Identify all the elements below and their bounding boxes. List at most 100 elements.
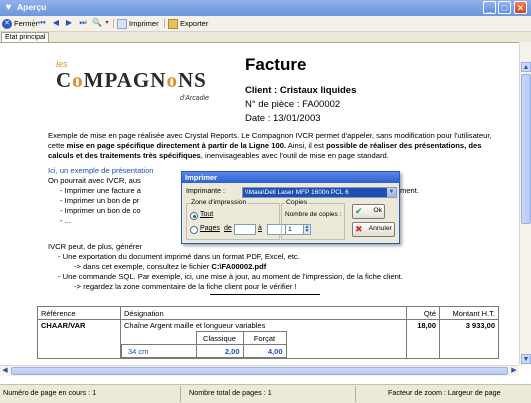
- header-designation: Désignation: [120, 306, 407, 320]
- ivcr-bullet-4: -> regardez la zone commentaire de la fi…: [74, 282, 297, 291]
- checkmark-icon: ✔: [355, 206, 363, 216]
- cancel-button[interactable]: ✖ Annuler: [352, 222, 395, 237]
- radio-all[interactable]: [190, 212, 198, 220]
- ok-button[interactable]: ✔ Ok: [352, 204, 385, 219]
- export-icon: [168, 19, 178, 30]
- scroll-down-icon[interactable]: ▼: [521, 354, 531, 364]
- logo-name: CoMPAGNoNS: [56, 68, 207, 92]
- page-from-input[interactable]: [234, 224, 256, 235]
- status-total-pages: Nombre total de pages : 1: [189, 388, 272, 397]
- cancel-x-icon: ✖: [355, 224, 363, 234]
- status-zoom: Facteur de zoom : Largeur de page: [388, 388, 501, 397]
- variant-subtable: Classique Forçat 34 cm 2,00 4,00: [121, 331, 287, 358]
- copies-group-label: Copies: [285, 199, 309, 206]
- toolbar-separator: [113, 19, 114, 28]
- row-designation-text: Chaîne Argent maille et longueur variabl…: [124, 321, 266, 330]
- copies-label: Nombre de copies :: [285, 211, 342, 218]
- print-label: Imprimer: [129, 19, 159, 28]
- window-title: Aperçu: [17, 2, 47, 12]
- radio-pages[interactable]: [190, 226, 198, 234]
- chevron-down-icon[interactable]: ▼: [387, 188, 396, 197]
- zoom-dropdown-chevron-icon[interactable]: ▾: [102, 18, 112, 28]
- copies-group: Copies Nombre de copies : 1 ▲ ▼: [281, 199, 345, 240]
- horizontal-scrollbar[interactable]: ◀ ▶: [0, 365, 519, 376]
- invoice-date: Date : 13/01/2003: [245, 113, 321, 124]
- ivcr-bullet-1: - Une exportation du document imprimé da…: [58, 252, 300, 261]
- vertical-scroll-thumb[interactable]: [521, 74, 531, 224]
- client-name: Client : Cristaux liquides: [245, 85, 357, 96]
- company-logo: les CoMPAGNoNS d'Arcadie: [50, 59, 220, 109]
- from-label: de: [224, 225, 232, 232]
- invoice-table: Référence Désignation Qté Montant H.T. C…: [37, 306, 499, 359]
- zoom-icon[interactable]: 🔍: [92, 18, 102, 28]
- header-qty: Qté: [406, 306, 440, 320]
- example-bullet-1-end: ment.: [400, 186, 419, 195]
- separator-rule: [210, 294, 320, 295]
- to-label: à: [258, 225, 262, 232]
- export-label: Exporter: [180, 19, 209, 28]
- row-reference: CHAAR/VAR: [37, 319, 121, 359]
- status-divider: [355, 386, 356, 402]
- ivcr-bullet-3: - Une commande SQL. Par exemple, ici, un…: [58, 272, 404, 281]
- scroll-right-icon[interactable]: ▶: [509, 366, 519, 376]
- next-page-icon[interactable]: ▶: [64, 18, 74, 28]
- header-reference: Référence: [37, 306, 121, 320]
- print-button[interactable]: Imprimer: [117, 17, 159, 30]
- scroll-up-icon[interactable]: ▲: [521, 62, 531, 72]
- sub-header-classique: Classique: [195, 331, 244, 345]
- print-dialog-title: Imprimer: [185, 173, 218, 182]
- printer-select[interactable]: \\Maia\Dell Laser MFP 1600n PCL 6 ▼: [242, 187, 397, 198]
- horizontal-scroll-thumb[interactable]: [11, 367, 508, 375]
- intro-paragraph: Exemple de mise en page réalisée avec Cr…: [48, 131, 492, 160]
- table-header-row: Référence Désignation Qté Montant H.T.: [37, 306, 499, 320]
- invoice-title: Facture: [245, 55, 307, 74]
- ok-label: Ok: [373, 207, 382, 214]
- print-dialog-title-bar[interactable]: Imprimer: [182, 172, 399, 183]
- sub-header-forcat: Forçat: [242, 331, 287, 345]
- copies-input[interactable]: 1: [285, 224, 305, 235]
- toolbar: ✕ Fermer ⏮ ◀ ▶ ⏭ 🔍 ▾ Imprimer Exporter: [0, 16, 531, 32]
- printer-icon: [117, 19, 127, 30]
- row-designation: Chaîne Argent maille et longueur variabl…: [120, 319, 407, 359]
- status-current-page: Numéro de page en cours : 1: [3, 388, 97, 397]
- table-row: CHAAR/VAR Chaîne Argent maille et longue…: [37, 319, 499, 359]
- piece-number: N° de pièce : FA00002: [245, 99, 341, 110]
- sub-row-forcat: 4,00: [242, 344, 287, 358]
- print-zone-group: Zone d'impression Tout Pages de à: [186, 199, 287, 240]
- printer-label: Imprimante :: [186, 188, 225, 195]
- previous-page-icon[interactable]: ◀: [51, 18, 61, 28]
- header-amount: Montant H.T.: [439, 306, 499, 320]
- app-heart-icon: ♥: [5, 2, 12, 13]
- toolbar-separator: [33, 19, 34, 28]
- report-viewer[interactable]: les CoMPAGNoNS d'Arcadie Facture Client …: [0, 42, 519, 366]
- scroll-left-icon[interactable]: ◀: [0, 366, 10, 376]
- status-divider: [180, 386, 181, 402]
- status-bar: Numéro de page en cours : 1 Nombre total…: [0, 384, 531, 403]
- radio-pages-label: Pages: [200, 225, 220, 232]
- sub-row-classique: 2,00: [195, 344, 244, 358]
- preview-window: ♥ Aperçu _ □ ✕ ✕ Fermer ⏮ ◀ ▶ ⏭ 🔍 ▾ Impri…: [0, 0, 531, 403]
- minimize-button[interactable]: _: [483, 1, 496, 14]
- last-page-icon[interactable]: ⏭: [78, 18, 88, 28]
- close-circle-icon: ✕: [2, 19, 12, 30]
- title-bar[interactable]: ♥ Aperçu _ □ ✕: [0, 0, 531, 16]
- first-page-icon[interactable]: ⏮: [37, 18, 47, 28]
- export-button[interactable]: Exporter: [168, 17, 208, 30]
- row-amount: 3 933,00: [439, 319, 499, 359]
- close-label: Fermer: [14, 19, 39, 28]
- print-zone-label: Zone d'impression: [190, 199, 248, 206]
- copies-spinner[interactable]: ▲ ▼: [303, 224, 311, 235]
- vertical-scrollbar[interactable]: ▲ ▼: [519, 42, 531, 365]
- toolbar-separator: [164, 19, 165, 28]
- printer-value: \\Maia\Dell Laser MFP 1600n PCL 6: [245, 189, 349, 196]
- sub-row-label: 34 cm: [121, 344, 197, 358]
- tab-bar: Etat principal: [0, 32, 531, 43]
- logo-subtitle: d'Arcadie: [180, 95, 209, 102]
- maximize-button[interactable]: □: [498, 1, 511, 14]
- radio-all-label: Tout: [200, 211, 214, 218]
- cancel-label: Annuler: [368, 225, 392, 232]
- print-dialog: Imprimer Imprimante : \\Maia\Dell Laser …: [181, 171, 400, 244]
- close-window-button[interactable]: ✕: [514, 1, 527, 14]
- ivcr-bullet-2: -> dans cet exemple, consultez le fichie…: [74, 262, 267, 271]
- row-qty: 18,00: [406, 319, 440, 359]
